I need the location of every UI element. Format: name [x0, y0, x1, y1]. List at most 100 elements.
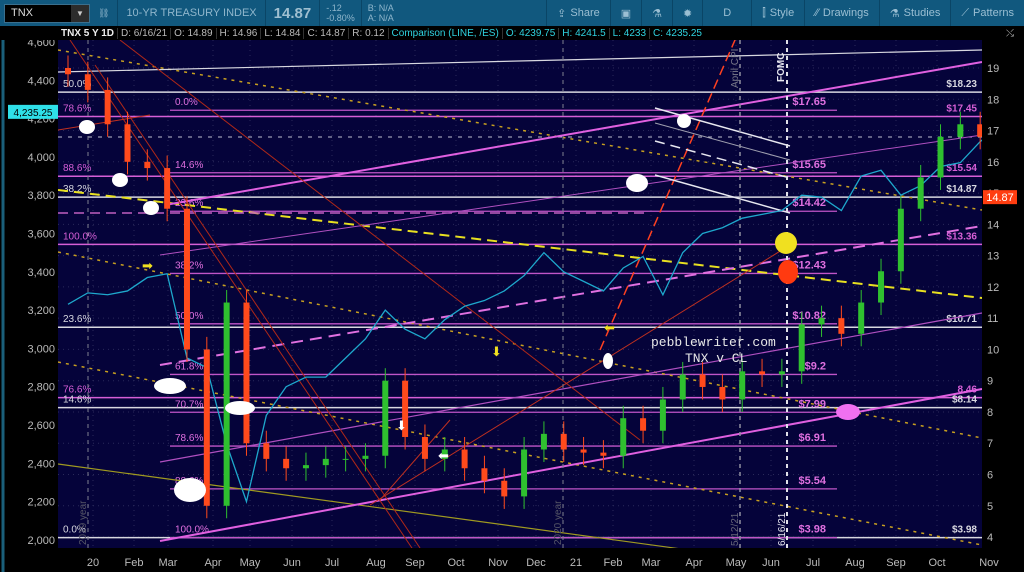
comparison-low: L: 4233 [608, 27, 649, 39]
year-2019-label: 2019 year [78, 500, 89, 545]
level-price-label: $3.98 [798, 524, 826, 536]
patterns-button[interactable]: ⟋ Patterns [950, 0, 1024, 26]
right-axis-tick: 14 [987, 219, 999, 231]
candle-body [699, 374, 706, 387]
high-value: H: 14.96 [215, 27, 261, 39]
candle-body [858, 302, 865, 334]
x-axis-tick: May [726, 557, 747, 569]
x-axis-tick: Nov [488, 557, 508, 569]
level-percent-label: 38.2% [63, 184, 91, 195]
candle-body [937, 136, 944, 178]
flask-icon: ⚗ [652, 7, 663, 20]
left-axis-tick: 3,800 [27, 190, 55, 202]
alert-icon: ▣ [620, 7, 632, 20]
arrow-left-icon: ⬅ [604, 320, 615, 335]
candle-body [917, 177, 924, 209]
period-label: D [723, 7, 732, 19]
comparison-price-badge-text: 4,235.25 [14, 108, 53, 119]
link-icon[interactable]: ⛓ [90, 8, 117, 19]
candle-body [243, 302, 250, 444]
x-axis-tick: 20 [87, 557, 99, 569]
candle-body [560, 433, 567, 450]
toolbar: TNX ▼ ⛓ 10-YR TREASURY INDEX 14.87 -.12 -0… [0, 0, 1024, 26]
left-axis-tick: 3,600 [27, 229, 55, 241]
alert-button[interactable]: ▣ [609, 0, 641, 26]
level-price-label: $6.91 [798, 432, 826, 444]
x-axis-tick: Jun [283, 557, 301, 569]
bid-value: B: N/A [367, 3, 394, 13]
level-percent-label: 78.6% [63, 103, 91, 114]
share-button[interactable]: ⇪ Share [546, 0, 610, 26]
low-value: L: 14.84 [260, 27, 303, 39]
candle-body [84, 74, 91, 90]
gear-icon: ✹ [683, 7, 693, 20]
comparison-close: C: 4235.25 [649, 27, 705, 39]
chevron-down-icon[interactable]: ▼ [71, 4, 89, 22]
candle-body [659, 399, 666, 431]
style-button[interactable]: ⫿ Style [751, 0, 804, 26]
net-change: -.12 -0.80% [320, 3, 361, 23]
x-axis-tick: Sep [405, 557, 425, 569]
arrow-down-icon: ⬇ [491, 344, 502, 359]
share-icon: ⇪ [557, 7, 567, 20]
right-axis-tick: 19 [987, 63, 999, 75]
arrow-down-icon: ⬇ [396, 418, 407, 433]
drawings-label: Drawings [822, 7, 869, 19]
x-axis-tick: May [240, 557, 261, 569]
candle-body [798, 324, 805, 372]
right-axis-tick: 9 [987, 376, 993, 388]
flask-button[interactable]: ⚗ [641, 0, 672, 26]
arrow-right-icon: ➡ [142, 258, 153, 273]
period-button[interactable]: D [702, 0, 751, 26]
left-axis-tick: 3,200 [27, 305, 55, 317]
candle-body [600, 452, 607, 456]
x-axis-tick: Mar [159, 557, 178, 569]
candle-body [481, 468, 488, 481]
year-2020-label: 2020 year [553, 500, 564, 545]
left-axis-tick: 2,200 [27, 497, 55, 509]
studies-button[interactable]: ⚗ Studies [878, 0, 951, 26]
left-axis-tick: 3,000 [27, 343, 55, 355]
april-cpi-label: April CPI [730, 49, 741, 88]
right-axis-tick: 10 [987, 344, 999, 356]
candle-body [719, 386, 726, 400]
candle-body [679, 374, 686, 400]
comparison-open: O: 4239.75 [501, 27, 558, 39]
level-percent-label: 14.6% [63, 395, 91, 406]
fomc-label: FOMC [776, 53, 787, 82]
left-axis-tick: 2,600 [27, 420, 55, 432]
autoscale-icon[interactable]: ⤯ [1003, 28, 1024, 39]
x-axis-tick: Mar [642, 557, 661, 569]
level-percent-label: 88.6% [63, 163, 91, 174]
candle-body [878, 271, 885, 303]
x-axis-tick: 21 [570, 557, 582, 569]
x-axis-tick: Feb [604, 557, 623, 569]
candle-body [759, 371, 766, 375]
x-axis-tick: Dec [526, 557, 546, 569]
chart-info-bar: TNX 5 Y 1D D: 6/16/21 O: 14.89 H: 14.96 … [0, 26, 1024, 40]
drawings-icon: ⁄⁄ [815, 7, 819, 19]
x-axis-tick: Oct [447, 557, 464, 569]
x-axis-tick: Jul [806, 557, 820, 569]
marker-circle [154, 378, 186, 394]
left-axis-tick: 4,400 [27, 75, 55, 87]
level-price-label: $18.23 [946, 79, 977, 90]
marker-circle [225, 401, 255, 415]
right-axis-tick: 4 [987, 532, 993, 544]
candle-body [739, 371, 746, 400]
right-axis-bg [982, 40, 1024, 572]
level-price-label: $17.65 [792, 96, 826, 108]
change-percent: -0.80% [326, 13, 355, 23]
candle-body [580, 449, 587, 453]
symbol-input[interactable]: TNX ▼ [4, 3, 90, 23]
candle-body [540, 433, 547, 450]
left-axis-tick: 3,400 [27, 267, 55, 279]
date-label-5-12: 5/12/21 [730, 512, 741, 546]
level-percent-label: 100.0% [63, 231, 97, 242]
x-axis-tick: Sep [886, 557, 906, 569]
marker-circle [626, 174, 648, 192]
settings-button[interactable]: ✹ [672, 0, 702, 26]
level-percent-label: 61.8% [175, 361, 203, 372]
drawings-button[interactable]: ⁄⁄ Drawings [804, 0, 879, 26]
price-chart[interactable]: 50.0% $18.2378.6% $17.4588.6% $15.5438.2% $1… [0, 40, 1024, 572]
